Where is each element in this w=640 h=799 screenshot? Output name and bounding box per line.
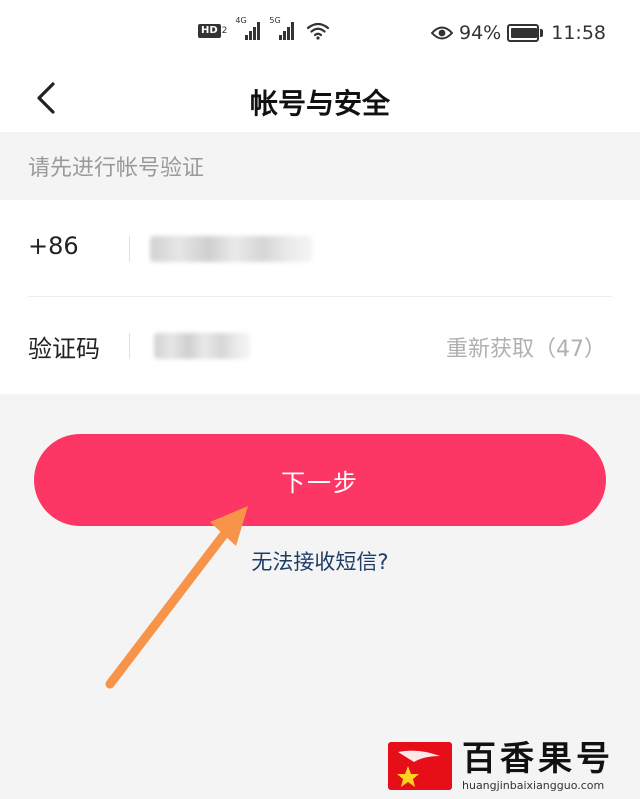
code-row: 验证码 重新获取（47） bbox=[0, 297, 640, 393]
field-divider bbox=[129, 236, 130, 262]
signal-icon: 4G bbox=[235, 16, 261, 40]
status-time: 11:58 bbox=[551, 22, 606, 44]
watermark: 百香果号 huangjinbaixiangguo.com bbox=[388, 734, 636, 798]
phone-number-field[interactable] bbox=[150, 236, 312, 262]
hd-sub-label: 2 bbox=[221, 26, 228, 36]
code-label: 验证码 bbox=[28, 335, 100, 363]
hint-text: 请先进行帐号验证 bbox=[28, 156, 205, 181]
phone-row: +86 bbox=[0, 200, 640, 297]
battery-percent: 94% bbox=[459, 22, 502, 44]
country-code[interactable]: +86 bbox=[28, 232, 79, 260]
verification-form: +86 验证码 重新获取（47） bbox=[0, 200, 640, 394]
verification-hint: 请先进行帐号验证 bbox=[0, 132, 640, 200]
app-header: 帐号与安全 bbox=[0, 66, 640, 132]
verification-code-field[interactable] bbox=[154, 333, 250, 359]
status-icons-left: HD 2 4G 5G bbox=[198, 16, 330, 40]
signal-icon: 5G bbox=[269, 16, 295, 40]
brand-logo bbox=[388, 742, 452, 790]
hd-icon: HD bbox=[198, 24, 221, 38]
watermark-title: 百香果号 bbox=[462, 739, 614, 779]
next-step-button[interactable]: 下一步 bbox=[34, 434, 606, 526]
resend-code-button[interactable]: 重新获取（47） bbox=[446, 331, 606, 363]
network-label-4g: 4G bbox=[235, 16, 247, 25]
eye-icon bbox=[431, 26, 453, 40]
wifi-icon bbox=[307, 22, 330, 40]
status-bar: HD 2 4G 5G 94% 11:58 bbox=[0, 0, 640, 66]
battery-icon bbox=[507, 24, 544, 42]
field-divider bbox=[129, 333, 130, 359]
network-label-5g: 5G bbox=[269, 16, 281, 25]
status-icons-right: 94% 11:58 bbox=[431, 22, 606, 44]
cannot-receive-sms-link[interactable]: 无法接收短信? bbox=[0, 546, 640, 576]
page-title: 帐号与安全 bbox=[249, 87, 390, 120]
watermark-url: huangjinbaixiangguo.com bbox=[462, 779, 605, 792]
